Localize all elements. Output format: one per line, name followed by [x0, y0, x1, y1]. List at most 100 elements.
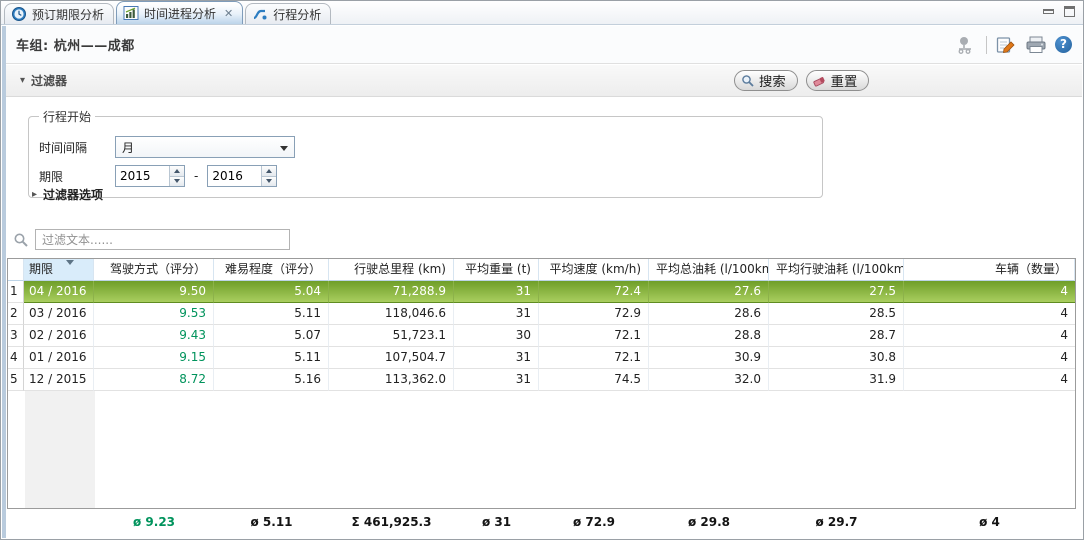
table-header-row: 期限 驾驶方式（评分） 难易程度（评分） 行驶总里程 (km) 平均重量 (t)…	[8, 259, 1075, 281]
summary-driving-score: ø 9.23	[94, 515, 214, 529]
table-row[interactable]: 2 03 / 2016 9.53 5.11 118,046.6 31 72.9 …	[8, 303, 1075, 325]
filter-options-toggle[interactable]: ▸ 过滤器选项	[32, 186, 103, 203]
column-header-period[interactable]: 期限	[24, 259, 94, 281]
tab-booking-deadline-analysis[interactable]: 预订期限分析	[4, 3, 114, 24]
period-range-separator: -	[194, 169, 198, 183]
results-table: 期限 驾驶方式（评分） 难易程度（评分） 行驶总里程 (km) 平均重量 (t)…	[7, 258, 1076, 509]
column-header-difficulty-score[interactable]: 难易程度（评分）	[214, 259, 329, 281]
cell-avg-weight: 31	[454, 369, 539, 391]
cell-avg-total-fuel: 28.6	[649, 303, 769, 325]
tab-label: 预订期限分析	[32, 6, 104, 23]
tab-time-progress-analysis[interactable]: 时间进程分析 ✕	[116, 1, 243, 24]
filter-section-label[interactable]: 过滤器	[31, 72, 67, 89]
period-label: 期限	[39, 168, 115, 185]
tab-trip-analysis[interactable]: 行程分析	[245, 3, 331, 24]
cell-period: 02 / 2016	[24, 325, 94, 347]
sort-descending-icon	[66, 260, 74, 265]
filter-section-header: ▾ 过滤器 搜索 重置	[6, 65, 1082, 97]
maximize-view-icon[interactable]	[1064, 6, 1075, 17]
filter-text-input[interactable]	[35, 229, 290, 250]
table-row[interactable]: 1 04 / 2016 9.50 5.04 71,288.9 31 72.4 2…	[8, 281, 1075, 303]
spin-down-icon[interactable]	[170, 176, 184, 187]
spin-down-icon[interactable]	[262, 176, 276, 187]
cell-avg-weight: 31	[454, 281, 539, 303]
sorted-column-shade	[25, 391, 95, 508]
spin-up-icon[interactable]	[170, 166, 184, 176]
minimize-view-icon[interactable]	[1043, 9, 1054, 14]
row-number-header	[8, 259, 24, 281]
column-header-avg-total-fuel[interactable]: 平均总油耗 (l/100km)	[649, 259, 769, 281]
spin-up-icon[interactable]	[262, 166, 276, 176]
collapse-arrow-icon[interactable]: ▾	[20, 75, 25, 86]
column-header-driving-score[interactable]: 驾驶方式（评分）	[94, 259, 214, 281]
print-icon[interactable]	[1025, 35, 1047, 55]
view-controls	[1043, 6, 1075, 17]
cell-total-distance: 113,362.0	[329, 369, 454, 391]
summary-difficulty-score: ø 5.11	[214, 515, 329, 529]
cell-driving-score: 8.72	[94, 369, 214, 391]
cell-total-distance: 118,046.6	[329, 303, 454, 325]
summary-avg-weight: ø 31	[454, 515, 539, 529]
magnifier-icon	[13, 232, 29, 248]
reset-button-label: 重置	[831, 71, 858, 90]
trip-start-group-label: 行程开始	[39, 108, 95, 125]
cell-avg-speed: 72.1	[539, 325, 649, 347]
header-toolbar: ?	[956, 35, 1072, 55]
eraser-icon	[813, 74, 827, 88]
column-header-avg-weight[interactable]: 平均重量 (t)	[454, 259, 539, 281]
table-empty-area	[8, 391, 1075, 508]
table-row[interactable]: 5 12 / 2015 8.72 5.16 113,362.0 31 74.5 …	[8, 369, 1075, 391]
cell-period: 01 / 2016	[24, 347, 94, 369]
column-header-avg-speed[interactable]: 平均速度 (km/h)	[539, 259, 649, 281]
search-button[interactable]: 搜索	[734, 70, 798, 91]
period-from-spinner[interactable]	[115, 165, 185, 187]
reset-button[interactable]: 重置	[806, 70, 870, 91]
filter-options-label: 过滤器选项	[43, 186, 103, 203]
cell-vehicle-count: 4	[904, 325, 1075, 347]
tab-label: 行程分析	[273, 6, 321, 23]
cell-avg-driving-fuel: 30.8	[769, 347, 904, 369]
cell-difficulty-score: 5.07	[214, 325, 329, 347]
search-icon	[741, 74, 755, 88]
cell-difficulty-score: 5.04	[214, 281, 329, 303]
row-number: 5	[8, 369, 24, 391]
axle-load-settings-icon[interactable]	[956, 35, 978, 55]
interval-label: 时间间隔	[39, 139, 115, 156]
cell-avg-driving-fuel: 28.5	[769, 303, 904, 325]
cell-vehicle-count: 4	[904, 347, 1075, 369]
help-icon[interactable]: ?	[1055, 36, 1072, 53]
column-header-avg-driving-fuel[interactable]: 平均行驶油耗 (l/100km)	[769, 259, 904, 281]
trip-start-group: 行程开始 时间间隔 月 期限 -	[28, 108, 823, 198]
column-header-vehicle-count[interactable]: 车辆（数量）	[904, 259, 1075, 281]
cell-avg-total-fuel: 32.0	[649, 369, 769, 391]
summary-avg-total-fuel: ø 29.8	[649, 515, 769, 529]
interval-selected-value: 月	[122, 139, 134, 156]
cell-total-distance: 71,288.9	[329, 281, 454, 303]
clock-icon	[11, 6, 27, 22]
cell-period: 03 / 2016	[24, 303, 94, 325]
cell-avg-total-fuel: 27.6	[649, 281, 769, 303]
table-row[interactable]: 3 02 / 2016 9.43 5.07 51,723.1 30 72.1 2…	[8, 325, 1075, 347]
cell-period: 04 / 2016	[24, 281, 94, 303]
cell-avg-weight: 30	[454, 325, 539, 347]
cell-difficulty-score: 5.11	[214, 347, 329, 369]
cell-period: 12 / 2015	[24, 369, 94, 391]
filter-actions: 搜索 重置	[734, 70, 869, 91]
cell-difficulty-score: 5.11	[214, 303, 329, 325]
cell-avg-driving-fuel: 31.9	[769, 369, 904, 391]
cell-avg-total-fuel: 28.8	[649, 325, 769, 347]
tab-close-icon[interactable]: ✕	[224, 7, 233, 20]
table-row[interactable]: 4 01 / 2016 9.15 5.11 107,504.7 31 72.1 …	[8, 347, 1075, 369]
chevron-down-icon	[280, 146, 288, 151]
cell-avg-speed: 72.1	[539, 347, 649, 369]
row-number: 3	[8, 325, 24, 347]
period-to-spinner[interactable]	[207, 165, 277, 187]
page-title: 车组: 杭州——成都	[16, 35, 135, 54]
cell-vehicle-count: 4	[904, 303, 1075, 325]
edit-export-icon[interactable]	[995, 35, 1017, 55]
column-header-total-distance[interactable]: 行驶总里程 (km)	[329, 259, 454, 281]
period-to-input[interactable]	[208, 166, 261, 186]
summary-avg-driving-fuel: ø 29.7	[769, 515, 904, 529]
interval-select[interactable]: 月	[115, 136, 295, 158]
period-from-input[interactable]	[116, 166, 169, 186]
